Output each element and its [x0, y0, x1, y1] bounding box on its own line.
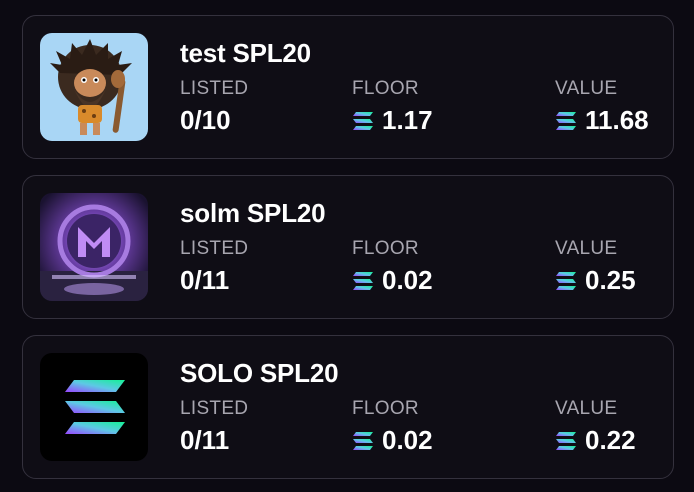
value-amount: 11.68: [585, 105, 649, 135]
listed-value: 0/11: [180, 265, 230, 295]
floor-stat: FLOOR 0.02: [352, 398, 433, 456]
value-stat: VALUE 0.25: [555, 238, 636, 296]
floor-value: 0.02: [382, 265, 433, 295]
value-amount: 0.22: [585, 425, 636, 455]
listed-stat: LISTED 0/11: [180, 398, 248, 456]
caveman-avatar-thumbnail: [40, 33, 148, 141]
collection-card-test[interactable]: test SPL20 LISTED 0/10 FLOOR 1.17 VALUE …: [22, 15, 674, 159]
listed-value: 0/11: [180, 425, 230, 455]
collection-name: solm SPL20: [180, 198, 326, 228]
listed-label: LISTED: [180, 398, 249, 419]
purple-m-logo-thumbnail: [40, 193, 148, 301]
solana-icon: [555, 431, 577, 451]
collection-card-solo[interactable]: SOLO SPL20 LISTED 0/11 FLOOR 0.02 VALUE …: [22, 335, 674, 479]
collection-list: test SPL20 LISTED 0/10 FLOOR 1.17 VALUE …: [0, 0, 694, 492]
solana-icon: [352, 431, 374, 451]
collection-name: SOLO SPL20: [180, 358, 339, 388]
listed-stat: LISTED 0/11: [180, 238, 248, 296]
floor-label: FLOOR: [352, 238, 419, 259]
listed-stat: LISTED 0/10: [180, 78, 248, 136]
floor-label: FLOOR: [352, 398, 419, 419]
solana-icon: [352, 111, 374, 131]
floor-label: FLOOR: [352, 78, 419, 99]
solana-icon: [555, 111, 577, 131]
value-label: VALUE: [555, 398, 618, 419]
listed-label: LISTED: [180, 238, 249, 259]
collection-name: test SPL20: [180, 38, 311, 68]
floor-stat: FLOOR 0.02: [352, 238, 433, 296]
solana-icon: [555, 271, 577, 291]
value-amount: 0.25: [585, 265, 636, 295]
listed-value: 0/10: [180, 105, 231, 135]
floor-stat: FLOOR 1.17: [352, 78, 433, 136]
listed-label: LISTED: [180, 78, 249, 99]
value-label: VALUE: [555, 78, 618, 99]
floor-value: 0.02: [382, 425, 433, 455]
floor-value: 1.17: [382, 105, 433, 135]
value-stat: VALUE 0.22: [555, 398, 636, 456]
value-stat: VALUE 11.68: [555, 78, 649, 136]
solana-icon: [352, 271, 374, 291]
solana-logo-thumbnail: [40, 353, 148, 461]
collection-card-solm[interactable]: solm SPL20 LISTED 0/11 FLOOR 0.02 VALUE …: [22, 175, 674, 319]
value-label: VALUE: [555, 238, 618, 259]
